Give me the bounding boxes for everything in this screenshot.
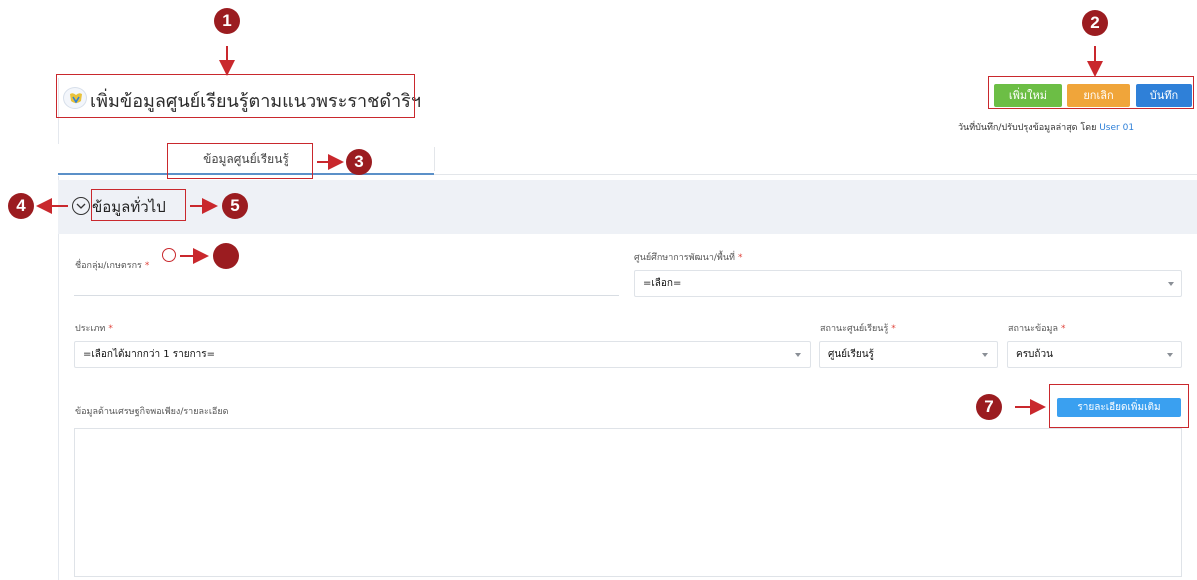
required-mark: * (108, 324, 113, 334)
group-name-underline (74, 295, 619, 296)
group-name-input[interactable] (74, 272, 619, 294)
annotation-box-actions (988, 76, 1194, 109)
annotation-marker-1: 1 (214, 8, 240, 34)
required-mark: * (891, 324, 896, 334)
center-status-label: สถานะศูนย์เรียนรู้ * (820, 321, 896, 335)
sufficiency-textarea[interactable] (74, 428, 1182, 577)
annotation-box-tab (167, 143, 313, 179)
annotation-marker-3: 3 (346, 149, 372, 175)
type-caret-icon (795, 353, 801, 357)
center-status-label-text: สถานะศูนย์เรียนรู้ (820, 324, 889, 334)
type-label-text: ประเภท (75, 324, 106, 334)
center-status-value: ศูนย์เรียนรู้ (828, 349, 874, 360)
dev-center-value: =เลือก= (643, 278, 682, 289)
tab-underline (434, 174, 1197, 175)
type-label: ประเภท * (75, 321, 113, 335)
data-status-label: สถานะข้อมูล * (1008, 321, 1066, 335)
required-mark: * (737, 253, 743, 263)
type-value: =เลือกได้มากกว่า 1 รายการ= (83, 349, 216, 360)
annotation-marker-5: 5 (222, 193, 248, 219)
data-status-value: ครบถ้วน (1016, 349, 1053, 360)
required-mark: * (144, 261, 150, 271)
tab-divider (434, 147, 435, 171)
last-updated-prefix: วันที่บันทึก/ปรับปรุงข้อมูลล่าสุด โดย (958, 123, 1100, 133)
type-select[interactable]: =เลือกได้มากกว่า 1 รายการ= (74, 341, 811, 368)
data-status-label-text: สถานะข้อมูล (1008, 324, 1058, 334)
collapse-toggle-icon[interactable] (72, 197, 90, 215)
dev-center-caret-icon (1168, 282, 1174, 286)
annotation-marker-2: 2 (1082, 10, 1108, 36)
required-mark: * (1061, 324, 1066, 334)
data-status-select[interactable]: ครบถ้วน (1007, 341, 1182, 368)
annotation-box-section-title (91, 189, 186, 221)
annotation-box-title (56, 74, 415, 118)
dev-center-label-text: ศูนย์ศึกษาการพัฒนา/พื้นที่ (634, 253, 735, 263)
center-status-select[interactable]: ศูนย์เรียนรู้ (819, 341, 998, 368)
last-updated-user[interactable]: User 01 (1099, 123, 1134, 133)
annotation-marker-6 (213, 243, 239, 269)
group-name-label: ชื่อกลุ่ม/เกษตรกร * (75, 258, 149, 272)
center-status-caret-icon (982, 353, 988, 357)
annotation-required-circle (162, 248, 176, 262)
sufficiency-label: ข้อมูลด้านเศรษฐกิจพอเพียง/รายละเอียด (75, 407, 229, 417)
dev-center-select[interactable]: =เลือก= (634, 270, 1182, 297)
group-name-label-text: ชื่อกลุ่ม/เกษตรกร (75, 261, 142, 271)
annotation-box-details-button (1049, 384, 1189, 428)
data-status-caret-icon (1167, 353, 1173, 357)
chevron-down-icon (76, 203, 86, 209)
annotation-marker-4: 4 (8, 193, 34, 219)
last-updated-info: วันที่บันทึก/ปรับปรุงข้อมูลล่าสุด โดย Us… (958, 120, 1134, 134)
annotation-marker-7: 7 (976, 394, 1002, 420)
dev-center-label: ศูนย์ศึกษาการพัฒนา/พื้นที่ * (634, 250, 742, 264)
